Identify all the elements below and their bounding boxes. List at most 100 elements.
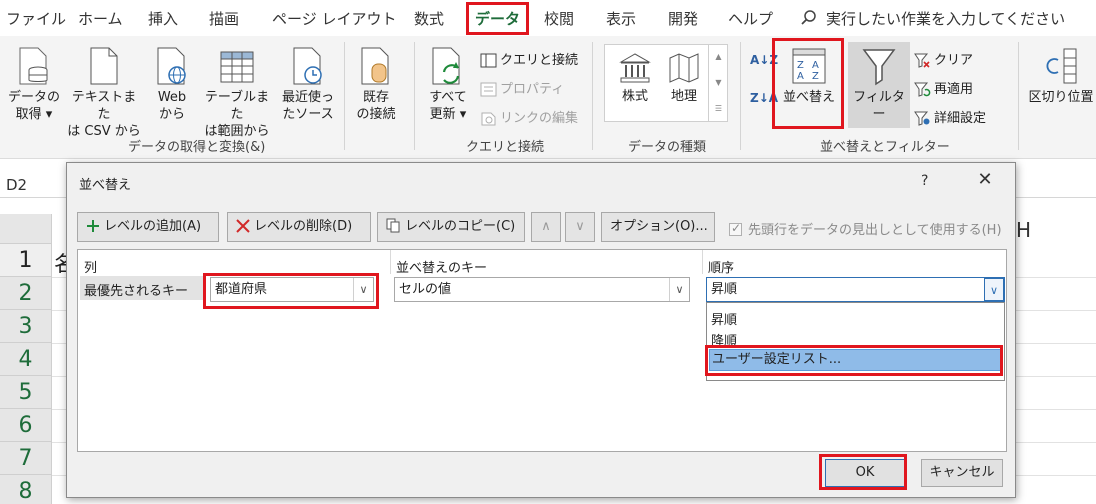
text-file-icon bbox=[90, 47, 118, 85]
get-data-button[interactable]: データの 取得 ▾ bbox=[4, 46, 64, 123]
order-header: 順序 bbox=[708, 261, 735, 276]
refresh-icon bbox=[432, 47, 460, 85]
options-button[interactable]: オプション(O)... bbox=[601, 212, 715, 242]
table-icon bbox=[220, 51, 254, 83]
stocks-button[interactable]: 株式 bbox=[609, 51, 661, 105]
sort-by-label: 最優先されるキー bbox=[84, 284, 189, 299]
row-header-1[interactable]: 1 bbox=[0, 244, 52, 277]
edit-links-button[interactable]: リンクの編集 bbox=[480, 107, 578, 126]
sort-dialog: 並べ替え ? ✕ レベルの追加(A) レベルの削除(D) レベルのコピー(C) … bbox=[66, 162, 1016, 498]
header-row-checkbox[interactable]: 先頭行をデータの見出しとして使用する(H) bbox=[729, 219, 1002, 238]
properties-icon bbox=[480, 82, 497, 97]
bank-icon bbox=[619, 53, 651, 83]
clock-file-icon bbox=[293, 47, 322, 85]
queries-group-label: クエリと接続 bbox=[466, 140, 545, 155]
filter-label: フィルター bbox=[853, 90, 905, 122]
move-up-button[interactable]: ∧ bbox=[531, 212, 561, 242]
copy-icon bbox=[386, 218, 400, 233]
chevron-down-icon[interactable]: ∨ bbox=[984, 278, 1004, 301]
properties-button[interactable]: プロパティ bbox=[480, 78, 564, 97]
text-to-columns-button[interactable]: 区切り位置 bbox=[1026, 46, 1096, 106]
name-box[interactable]: D2 bbox=[6, 176, 27, 194]
clear-filter-button[interactable]: クリア bbox=[914, 49, 973, 68]
sort-on-header: 並べ替えのキー bbox=[396, 261, 488, 276]
add-level-label: レベルの追加(A) bbox=[104, 219, 202, 234]
order-option-ascending[interactable]: 昇順 bbox=[711, 309, 737, 328]
from-table-range-label: テーブルまた は範囲から bbox=[204, 90, 270, 139]
select-all-corner[interactable] bbox=[0, 214, 52, 244]
clear-filter-icon bbox=[914, 53, 930, 68]
tell-me-box[interactable]: 実行したい作業を入力してください bbox=[800, 8, 1065, 29]
queries-connections-button[interactable]: クエリと接続 bbox=[480, 49, 578, 68]
from-table-range-button[interactable]: テーブルまた は範囲から bbox=[200, 46, 274, 140]
text-to-columns-label: 区切り位置 bbox=[1028, 90, 1094, 105]
row-header-6[interactable]: 6 bbox=[0, 409, 52, 442]
delete-level-button[interactable]: レベルの削除(D) bbox=[227, 212, 371, 242]
sort-filter-group-label: 並べ替えとフィルター bbox=[820, 140, 950, 155]
advanced-filter-label: 詳細設定 bbox=[934, 111, 987, 126]
copy-level-button[interactable]: レベルのコピー(C) bbox=[377, 212, 525, 242]
advanced-filter-icon bbox=[914, 111, 930, 126]
row-header-8[interactable]: 8 bbox=[0, 475, 52, 504]
existing-connections-button[interactable]: 既存 の接続 bbox=[348, 46, 404, 123]
tab-data[interactable]: データ bbox=[466, 2, 530, 35]
delete-level-label: レベルの削除(D) bbox=[254, 219, 353, 234]
custom-list-highlight bbox=[705, 345, 1003, 376]
filter-button[interactable]: フィルター bbox=[848, 42, 910, 128]
ribbon-data: データの 取得 ▾ テキストまた は CSV から Web から テーブルまた … bbox=[0, 36, 1096, 159]
ribbon-tab-bar: ファイル ホーム 挿入 描画 ページ レイアウト 数式 データ 校閲 表示 開発… bbox=[0, 0, 1096, 36]
queries-pane-icon bbox=[480, 53, 497, 68]
tab-insert[interactable]: 挿入 bbox=[148, 8, 178, 29]
column-select-highlight bbox=[203, 273, 379, 309]
tab-developer[interactable]: 開発 bbox=[668, 8, 698, 29]
tab-help[interactable]: ヘルプ bbox=[728, 8, 773, 29]
close-button[interactable]: ✕ bbox=[971, 169, 999, 190]
row-header-7[interactable]: 7 bbox=[0, 442, 52, 475]
from-text-csv-button[interactable]: テキストまた は CSV から bbox=[66, 46, 142, 140]
get-data-label: データの 取得 ▾ bbox=[7, 90, 60, 122]
search-icon bbox=[801, 10, 816, 25]
from-text-csv-label: テキストまた は CSV から bbox=[67, 90, 141, 139]
chevron-down-icon[interactable]: ∨ bbox=[669, 278, 689, 301]
column-header-h[interactable]: H bbox=[1016, 218, 1031, 242]
geography-button[interactable]: 地理 bbox=[659, 51, 709, 105]
plus-icon bbox=[87, 220, 99, 232]
copy-level-label: レベルのコピー(C) bbox=[405, 219, 516, 234]
connection-file-icon bbox=[361, 47, 389, 85]
add-level-button[interactable]: レベルの追加(A) bbox=[77, 212, 219, 242]
from-web-button[interactable]: Web から bbox=[148, 46, 196, 123]
tab-home[interactable]: ホーム bbox=[78, 8, 123, 29]
gallery-scroll[interactable]: ▲ ▼ ☰ bbox=[708, 44, 728, 122]
sort-on-select[interactable]: セルの値 ∨ bbox=[394, 277, 690, 302]
tab-file[interactable]: ファイル bbox=[6, 8, 66, 29]
tab-draw[interactable]: 描画 bbox=[209, 8, 239, 29]
stocks-label: 株式 bbox=[621, 89, 648, 104]
properties-label: プロパティ bbox=[500, 82, 565, 97]
tab-formulas[interactable]: 数式 bbox=[414, 8, 444, 29]
cancel-button[interactable]: キャンセル bbox=[921, 459, 1003, 487]
row-header-4[interactable]: 4 bbox=[0, 343, 52, 376]
recent-sources-label: 最近使っ たソース bbox=[281, 90, 334, 122]
row-header-2[interactable]: 2 bbox=[0, 277, 52, 310]
delete-x-icon bbox=[236, 219, 250, 233]
tab-view[interactable]: 表示 bbox=[606, 8, 636, 29]
reapply-button[interactable]: 再適用 bbox=[914, 78, 973, 97]
map-icon bbox=[669, 53, 699, 83]
row-header-3[interactable]: 3 bbox=[0, 310, 52, 343]
tab-review[interactable]: 校閲 bbox=[544, 8, 574, 29]
checkbox-icon bbox=[729, 221, 742, 236]
advanced-filter-button[interactable]: 詳細設定 bbox=[914, 107, 986, 126]
row-header-5[interactable]: 5 bbox=[0, 376, 52, 409]
queries-connections-label: クエリと接続 bbox=[500, 53, 579, 68]
move-down-button[interactable]: ∨ bbox=[565, 212, 595, 242]
dialog-title: 並べ替え bbox=[79, 178, 132, 193]
reapply-label: 再適用 bbox=[934, 82, 974, 97]
existing-connections-label: 既存 の接続 bbox=[356, 90, 396, 122]
reapply-icon bbox=[914, 82, 931, 97]
tab-page-layout[interactable]: ページ レイアウト bbox=[272, 8, 396, 29]
order-select[interactable]: 昇順 ∨ bbox=[706, 277, 1005, 302]
refresh-all-button[interactable]: すべて 更新 ▾ bbox=[422, 46, 474, 123]
help-button[interactable]: ? bbox=[921, 173, 928, 189]
database-icon bbox=[19, 47, 48, 85]
recent-sources-button[interactable]: 最近使っ たソース bbox=[276, 46, 340, 123]
